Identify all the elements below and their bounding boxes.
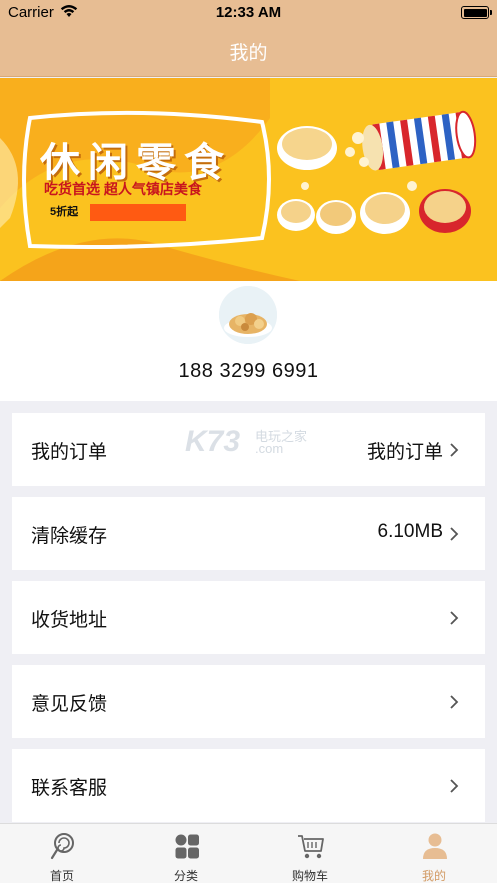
person-icon [423, 833, 447, 859]
navigation-bar: 我的 [0, 25, 497, 77]
promo-label: 5折起 [44, 204, 90, 221]
avatar-image [219, 286, 277, 344]
lollipop-icon [50, 833, 74, 860]
avatar[interactable] [219, 286, 277, 344]
status-bar: Carrier 12:33 AM [0, 0, 497, 25]
tab-label: 首页 [49, 869, 74, 883]
menu-row-customer-service[interactable]: 联系客服 [12, 749, 485, 822]
chevron-right-icon [450, 695, 459, 709]
tab-category[interactable]: 分类 [124, 824, 248, 883]
menu-row-label: 联系客服 [31, 778, 108, 799]
tab-home[interactable]: 首页 [0, 824, 124, 883]
menu-row-label: 意见反馈 [31, 694, 108, 715]
profile-card: 188 3299 6991 [0, 281, 497, 401]
tab-label: 购物车 [291, 869, 328, 883]
page-title: 我的 [229, 43, 268, 64]
promo-banner[interactable]: 休闲零食 吃货首选 超人气镇店美食 5折起 [0, 78, 497, 281]
menu-row-value: 6.10MB [377, 521, 443, 542]
watermark-domain: .com [255, 441, 284, 456]
chevron-right-icon [450, 443, 459, 457]
watermark: K73 电玩之家 .com [185, 425, 325, 461]
menu-row-label: 我的订单 [31, 442, 108, 463]
menu-row-address[interactable]: 收货地址 [12, 581, 485, 654]
tab-bar: 首页 分类 购物车 我的 [0, 823, 497, 883]
tab-label: 分类 [173, 869, 198, 883]
chevron-right-icon [450, 779, 459, 793]
promo-strip: 5折起 [44, 204, 186, 221]
clock: 12:33 AM [215, 4, 282, 21]
menu-row-value: 我的订单 [366, 442, 443, 463]
battery-icon [461, 6, 492, 19]
banner-slogan: 吃货首选 超人气镇店美食 [44, 181, 202, 197]
chevron-right-icon [450, 611, 459, 625]
menu-row-label: 清除缓存 [31, 526, 108, 547]
menu-row-label: 收货地址 [31, 610, 108, 631]
cart-icon [298, 835, 324, 859]
tab-label: 我的 [421, 869, 446, 883]
menu-row-feedback[interactable]: 意见反馈 [12, 665, 485, 738]
menu-row-clear-cache[interactable]: 清除缓存 6.10MB [12, 497, 485, 570]
category-grid-icon [175, 834, 199, 859]
tab-me[interactable]: 我的 [372, 824, 496, 883]
chevron-right-icon [450, 527, 459, 541]
watermark-logo: K73 [185, 425, 241, 458]
phone-number: 188 3299 6991 [178, 360, 319, 382]
tab-cart[interactable]: 购物车 [248, 824, 372, 883]
